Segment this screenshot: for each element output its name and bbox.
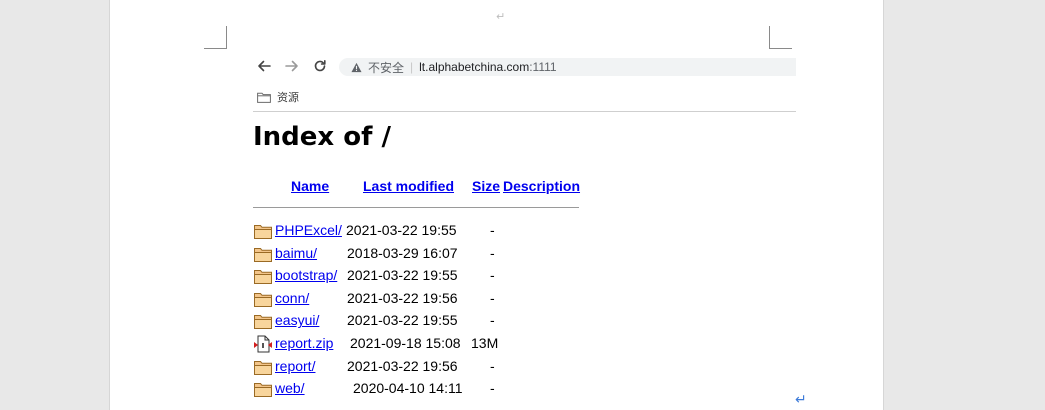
file-size: - <box>490 244 495 261</box>
table-row: easyui/ 2021-03-22 19:55 - <box>253 310 583 333</box>
address-bar[interactable]: 不安全 | lt.alphabetchina.com :1111 <box>339 58 796 76</box>
folder-icon <box>254 247 272 262</box>
forward-button[interactable] <box>281 54 303 78</box>
file-size: - <box>490 222 495 238</box>
table-row: report.zip 2021-09-18 15:08 13M <box>253 333 583 356</box>
file-link[interactable]: conn/ <box>275 290 309 306</box>
bookmark-item-label[interactable]: 资源 <box>277 89 299 105</box>
file-link[interactable]: report.zip <box>275 335 333 351</box>
table-row: web/ 2020-04-10 14:11 - <box>253 378 583 401</box>
table-row: report/ 2021-03-22 19:56 - <box>253 356 583 379</box>
embedded-browser-screenshot: 不安全 | lt.alphabetchina.com :1111 资源 <box>253 54 796 112</box>
margin-corner-left <box>204 26 227 49</box>
sort-by-size-link[interactable]: Size <box>472 178 500 194</box>
table-row: bootstrap/ 2021-03-22 19:55 - <box>253 265 583 288</box>
folder-icon <box>254 383 272 398</box>
modified-date: 2021-03-22 19:55 <box>347 267 458 284</box>
reload-button[interactable] <box>309 54 331 78</box>
sort-by-modified-link[interactable]: Last modified <box>363 178 454 194</box>
modified-date: 2018-03-29 16:07 <box>347 244 458 261</box>
url-separator: | <box>410 60 414 74</box>
folder-icon <box>254 225 272 239</box>
file-link[interactable]: PHPExcel/ <box>275 222 342 238</box>
modified-date: 2021-09-18 15:08 <box>350 334 461 351</box>
file-size: - <box>490 267 495 284</box>
modified-date: 2021-03-22 19:56 <box>347 289 458 306</box>
header-divider <box>253 207 579 208</box>
page-title: Index of / <box>253 122 391 152</box>
file-link[interactable]: report/ <box>275 358 315 374</box>
directory-table: Name Last modified Size Description PHPE… <box>253 178 583 398</box>
warning-icon <box>351 62 362 72</box>
directory-listing-page: Index of / Name Last modified Size Descr… <box>253 118 793 398</box>
file-link[interactable]: easyui/ <box>275 312 319 328</box>
table-row: conn/ 2021-03-22 19:56 - <box>253 288 583 311</box>
file-size: - <box>490 289 495 306</box>
file-list: PHPExcel/ 2021-03-22 19:55 - baimu/ 2018… <box>253 220 583 401</box>
folder-icon <box>254 315 272 330</box>
modified-date: 2021-03-22 19:56 <box>347 357 458 374</box>
toolbar-divider <box>253 111 796 112</box>
file-size: - <box>490 312 495 329</box>
modified-date: 2021-03-22 19:55 <box>346 222 457 238</box>
modified-date: 2021-03-22 19:55 <box>347 312 458 329</box>
file-size: - <box>490 357 495 374</box>
table-row: baimu/ 2018-03-29 16:07 - <box>253 243 583 266</box>
file-link[interactable]: bootstrap/ <box>275 267 337 283</box>
arrow-left-icon <box>258 60 271 72</box>
browser-toolbar: 不安全 | lt.alphabetchina.com :1111 <box>253 54 796 78</box>
sort-by-name-link[interactable]: Name <box>291 178 329 194</box>
paragraph-mark: ↵ <box>496 10 506 23</box>
file-link[interactable]: baimu/ <box>275 245 317 261</box>
file-size: 13M <box>471 334 499 351</box>
url-port: :1111 <box>529 60 557 74</box>
sort-by-description-link[interactable]: Description <box>503 178 580 194</box>
table-row: PHPExcel/ 2021-03-22 19:55 - <box>253 220 583 243</box>
folder-icon <box>254 360 272 375</box>
arrow-right-icon <box>285 60 298 72</box>
table-header: Name Last modified Size Description <box>253 178 583 198</box>
document-page: ↵ 不安全 | lt.alphabetchina.com:1111 资源 In… <box>109 0 884 410</box>
folder-icon <box>257 92 271 103</box>
folder-icon <box>254 292 272 307</box>
compressed-file-icon <box>254 335 272 353</box>
url-host: lt.alphabetchina.com <box>419 60 530 74</box>
folder-icon <box>254 270 272 285</box>
back-button[interactable] <box>253 54 275 78</box>
security-status: 不安全 <box>368 60 405 75</box>
margin-corner-right <box>769 26 792 49</box>
file-size: - <box>490 380 495 397</box>
modified-date: 2020-04-10 14:11 <box>353 380 463 397</box>
paragraph-mark: ↵ <box>795 392 807 408</box>
file-link[interactable]: web/ <box>275 380 305 396</box>
reload-icon <box>314 60 326 72</box>
bookmarks-bar: 资源 <box>253 84 796 112</box>
